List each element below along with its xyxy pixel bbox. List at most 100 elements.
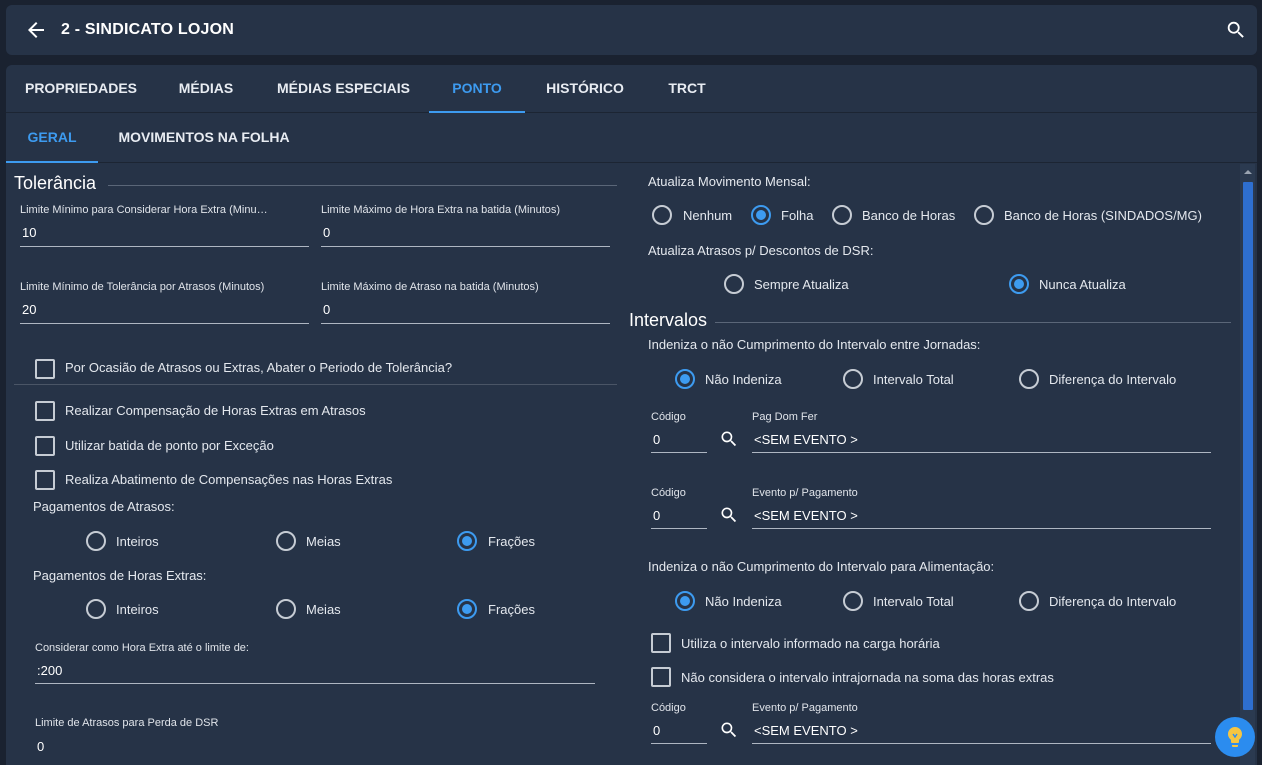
radio-atrasos-fracoes[interactable] <box>457 531 477 551</box>
field-label-limite-hora-extra: Considerar como Hora Extra até o limite … <box>35 642 249 654</box>
underline <box>321 323 610 324</box>
radio-label: Não Indeniza <box>705 594 782 609</box>
radio-atrasos-meias[interactable] <box>276 531 296 551</box>
checkbox-batida-excecao[interactable] <box>35 436 55 456</box>
underline <box>20 246 309 247</box>
checkbox-label: Realiza Abatimento de Compensações nas H… <box>65 472 393 487</box>
field-label-evento-pagamento: Evento p/ Pagamento <box>752 487 858 499</box>
label-indeniza-jornadas: Indeniza o não Cumprimento do Intervalo … <box>648 337 981 352</box>
field-label-pag-dom-fer: Pag Dom Fer <box>752 411 818 423</box>
field-evento-pag-dom-fer[interactable]: <SEM EVENTO > <box>754 432 858 447</box>
tab-propriedades[interactable]: PROPRIEDADES <box>6 65 156 113</box>
radio-extras-meias[interactable] <box>276 599 296 619</box>
search-icon[interactable] <box>719 429 739 449</box>
radio-label: Banco de Horas <box>862 208 956 223</box>
checkbox-label: Utilizar batida de ponto por Exceção <box>65 438 274 453</box>
checkbox-label: Realizar Compensação de Horas Extras em … <box>65 403 366 418</box>
checkbox-abatimento-compensacoes[interactable] <box>35 470 55 490</box>
radio-mov-nenhum[interactable] <box>652 205 672 225</box>
radio-label: Diferença do Intervalo <box>1049 594 1177 609</box>
subtab-geral[interactable]: GERAL <box>6 113 98 163</box>
underline <box>651 528 707 529</box>
radio-alimentacao-intervalo-total[interactable] <box>843 591 863 611</box>
help-fab-button[interactable] <box>1215 717 1255 757</box>
radio-label: Nunca Atualiza <box>1039 277 1126 292</box>
field-limite-hora-extra[interactable]: :200 <box>37 663 62 678</box>
radio-sempre-atualiza[interactable] <box>724 274 744 294</box>
field-min-hora-extra[interactable]: 10 <box>22 225 36 240</box>
form-content: Tolerância Limite Mínimo para Considerar… <box>6 164 1257 765</box>
field-label-max-atraso: Limite Máximo de Atraso na batida (Minut… <box>321 281 539 293</box>
tab-bar: PROPRIEDADES MÉDIAS MÉDIAS ESPECIAIS PON… <box>6 65 1257 113</box>
search-icon[interactable] <box>1225 19 1247 41</box>
radio-label: Nenhum <box>683 208 733 223</box>
subtab-movimentos-folha[interactable]: MOVIMENTOS NA FOLHA <box>98 113 310 163</box>
radio-label: Banco de Horas (SINDADOS/MG) <box>1004 208 1202 223</box>
field-codigo-evento-pagamento-2[interactable]: 0 <box>653 723 660 738</box>
subtab-bar: GERAL MOVIMENTOS NA FOLHA <box>6 113 1257 163</box>
search-icon[interactable] <box>719 505 739 525</box>
field-codigo-pag-dom-fer[interactable]: 0 <box>653 432 660 447</box>
radio-label: Não Indeniza <box>705 372 782 387</box>
label-pagamentos-atrasos: Pagamentos de Atrasos: <box>33 499 175 514</box>
checkbox-intervalo-intrajornada[interactable] <box>651 667 671 687</box>
tab-medias[interactable]: MÉDIAS <box>156 65 256 113</box>
checkbox-compensacao-horas[interactable] <box>35 401 55 421</box>
label-atualiza-atrasos: Atualiza Atrasos p/ Descontos de DSR: <box>648 243 874 258</box>
field-min-tol-atrasos[interactable]: 20 <box>22 302 36 317</box>
field-codigo-evento-pagamento[interactable]: 0 <box>653 508 660 523</box>
radio-label: Intervalo Total <box>873 594 954 609</box>
field-label-codigo: Código <box>651 411 686 423</box>
radio-label: Inteiros <box>116 602 159 617</box>
radio-mov-folha[interactable] <box>751 205 771 225</box>
tab-historico[interactable]: HISTÓRICO <box>525 65 645 113</box>
radio-alimentacao-diferenca[interactable] <box>1019 591 1039 611</box>
field-label-codigo: Código <box>651 702 686 714</box>
checkbox-abater-tolerancia[interactable] <box>35 359 55 379</box>
checkbox-label: Por Ocasião de Atrasos ou Extras, Abater… <box>65 360 453 375</box>
field-max-atraso[interactable]: 0 <box>323 302 330 317</box>
scroll-up-arrow-icon[interactable] <box>1243 167 1253 177</box>
underline <box>35 683 595 684</box>
underline <box>20 323 309 324</box>
radio-jornadas-nao-indeniza[interactable] <box>675 369 695 389</box>
tab-medias-especiais[interactable]: MÉDIAS ESPECIAIS <box>256 65 431 113</box>
section-divider <box>715 322 1231 323</box>
radio-label: Inteiros <box>116 534 159 549</box>
tab-trct[interactable]: TRCT <box>645 65 729 113</box>
main-card: PROPRIEDADES MÉDIAS MÉDIAS ESPECIAIS PON… <box>6 65 1257 765</box>
checkbox-intervalo-carga-horaria[interactable] <box>651 633 671 653</box>
underline <box>752 528 1211 529</box>
field-evento-pagamento-2[interactable]: <SEM EVENTO > <box>754 723 858 738</box>
field-limite-dsr[interactable]: 0 <box>37 739 44 754</box>
section-divider <box>108 185 617 186</box>
radio-label: Frações <box>488 534 535 549</box>
search-icon[interactable] <box>719 720 739 740</box>
tab-ponto[interactable]: PONTO <box>429 65 525 113</box>
radio-jornadas-diferenca[interactable] <box>1019 369 1039 389</box>
section-title-intervalos: Intervalos <box>629 310 708 330</box>
radio-label: Meias <box>306 534 341 549</box>
field-label-max-hora-extra: Limite Máximo de Hora Extra na batida (M… <box>321 204 561 216</box>
field-max-hora-extra[interactable]: 0 <box>323 225 330 240</box>
radio-label: Frações <box>488 602 535 617</box>
field-label-min-tol-atrasos: Limite Mínimo de Tolerância por Atrasos … <box>20 281 265 293</box>
scrollbar-thumb[interactable] <box>1243 182 1253 710</box>
label-atualiza-movimento: Atualiza Movimento Mensal: <box>648 174 811 189</box>
underline <box>651 452 707 453</box>
lightbulb-icon <box>1228 727 1242 747</box>
radio-extras-fracoes[interactable] <box>457 599 477 619</box>
radio-label: Folha <box>781 208 814 223</box>
radio-alimentacao-nao-indeniza[interactable] <box>675 591 695 611</box>
underline <box>752 743 1211 744</box>
radio-mov-banco-horas-sindados[interactable] <box>974 205 994 225</box>
radio-nunca-atualiza[interactable] <box>1009 274 1029 294</box>
section-title-tolerancia: Tolerância <box>14 173 97 193</box>
radio-jornadas-intervalo-total[interactable] <box>843 369 863 389</box>
radio-atrasos-inteiros[interactable] <box>86 531 106 551</box>
field-evento-pagamento[interactable]: <SEM EVENTO > <box>754 508 858 523</box>
radio-extras-inteiros[interactable] <box>86 599 106 619</box>
radio-label: Sempre Atualiza <box>754 277 849 292</box>
arrow-back-icon[interactable] <box>24 18 48 42</box>
radio-mov-banco-horas[interactable] <box>832 205 852 225</box>
